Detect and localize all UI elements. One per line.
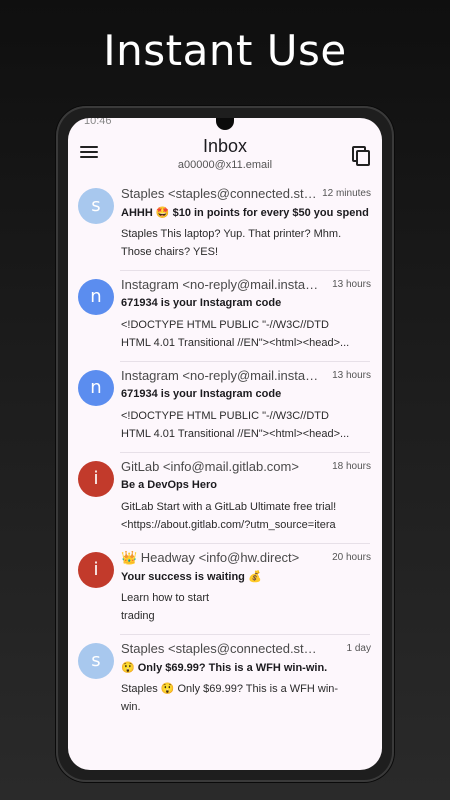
sender-name: GitLab <info@mail.gitlab.com> <box>121 459 299 474</box>
email-preview: <!DOCTYPE HTML PUBLIC "-//W3C//DTD HTML … <box>121 410 350 440</box>
avatar: i <box>78 461 114 497</box>
avatar: s <box>78 188 114 224</box>
sender-name: Staples <staples@connected.staples.com> <box>121 186 321 201</box>
avatar: s <box>78 643 114 679</box>
sender-name: Instagram <no-reply@mail.instagram.com> <box>121 277 321 292</box>
received-time: 12 minutes <box>322 188 371 199</box>
email-list: s Staples <staples@connected.staples.com>… <box>68 180 382 726</box>
sender-name: Instagram <no-reply@mail.instagram.com> <box>121 368 321 383</box>
email-subject: Your success is waiting 💰 <box>121 571 262 583</box>
promo-headline: Instant Use <box>103 26 347 75</box>
account-email: a00000@x11.email <box>177 159 273 171</box>
sender-name: Staples <staples@connected.staples.com> <box>121 641 321 656</box>
email-subject: 671934 is your Instagram code <box>121 297 282 309</box>
email-subject: 671934 is your Instagram code <box>121 388 282 400</box>
phone-frame: 10:46 Inbox a00000@x11.email s Staples <s… <box>56 106 394 782</box>
received-time: 13 hours <box>332 279 371 290</box>
avatar: n <box>78 279 114 315</box>
list-item[interactable]: i 👑 Headway <info@hw.direct> 20 hours Your … <box>68 544 382 635</box>
sender-name: 👑 Headway <info@hw.direct> <box>121 550 300 565</box>
email-subject: AHHH 🤩 $10 in points for every $50 you s… <box>121 207 369 219</box>
page-title: Inbox <box>202 136 248 156</box>
title-block: Inbox a00000@x11.email <box>68 136 382 171</box>
avatar: n <box>78 370 114 406</box>
email-preview: GitLab Start with a GitLab Ultimate free… <box>121 501 337 531</box>
copy-icon[interactable] <box>352 146 370 166</box>
list-item[interactable]: i GitLab <info@mail.gitlab.com> 18 hours Be… <box>68 453 382 544</box>
received-time: 20 hours <box>332 552 371 563</box>
email-preview: Staples 😲 Only $69.99? This is a WFH win… <box>121 683 339 713</box>
list-item[interactable]: n Instagram <no-reply@mail.instagram.com>… <box>68 271 382 362</box>
app-bar: Inbox a00000@x11.email <box>68 126 382 180</box>
email-subject: Be a DevOps Hero <box>121 479 217 491</box>
email-preview: Learn how to start trading <box>121 592 210 622</box>
received-time: 1 day <box>346 643 371 654</box>
email-preview: <!DOCTYPE HTML PUBLIC "-//W3C//DTD HTML … <box>121 319 350 349</box>
email-subject: 😲 Only $69.99? This is a WFH win-win. <box>121 662 328 674</box>
received-time: 13 hours <box>332 370 371 381</box>
received-time: 18 hours <box>332 461 371 472</box>
phone-screen: 10:46 Inbox a00000@x11.email s Staples <s… <box>68 118 382 770</box>
list-item[interactable]: s Staples <staples@connected.staples.com>… <box>68 635 382 726</box>
list-item[interactable]: n Instagram <no-reply@mail.instagram.com>… <box>68 362 382 453</box>
avatar: i <box>78 552 114 588</box>
email-preview: Staples This laptop? Yup. That printer? … <box>121 228 342 258</box>
list-item[interactable]: s Staples <staples@connected.staples.com>… <box>68 180 382 271</box>
